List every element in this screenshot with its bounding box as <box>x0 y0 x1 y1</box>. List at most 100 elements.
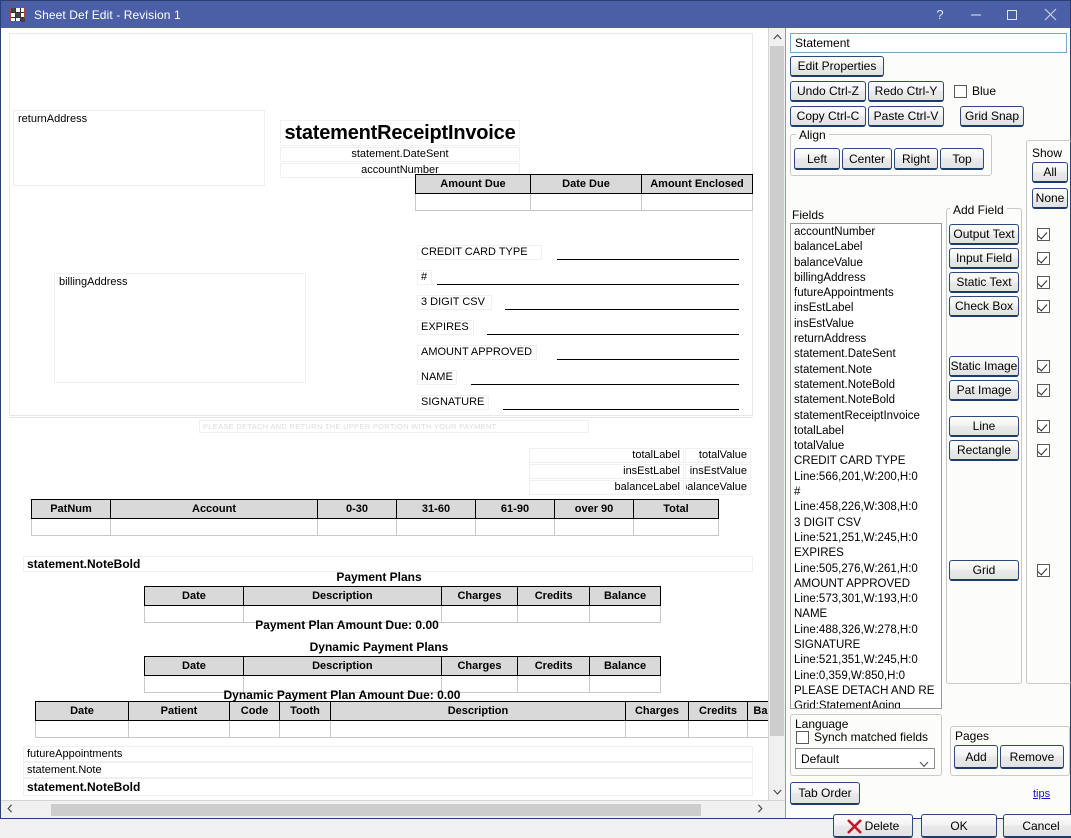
show-all-button[interactable]: All <box>1032 162 1068 183</box>
list-item[interactable]: # <box>794 485 941 500</box>
field-statement-NoteBold-bottom[interactable]: statement.NoteBold <box>23 778 753 796</box>
list-item[interactable]: SIGNATURE <box>794 638 941 653</box>
field-expires[interactable]: EXPIRES <box>417 320 474 335</box>
line-credit-card-type[interactable] <box>557 259 739 260</box>
list-item[interactable]: Line:0,359,W:850,H:0 <box>794 669 941 684</box>
field-returnAddress[interactable]: returnAddress <box>13 110 265 186</box>
delete-button[interactable]: Delete <box>833 814 913 838</box>
redo-button[interactable]: Redo Ctrl-Y <box>868 81 944 102</box>
horizontal-scroll-thumb[interactable] <box>51 804 701 816</box>
show-static-image-checkbox[interactable] <box>1037 360 1050 373</box>
paste-button[interactable]: Paste Ctrl-V <box>868 106 944 127</box>
show-output-text-checkbox[interactable] <box>1037 228 1050 241</box>
grid-statement-enclosed[interactable]: Amount Due Date Due Amount Enclosed <box>415 174 753 211</box>
list-item[interactable]: statement.NoteBold <box>794 378 941 393</box>
maximize-icon[interactable] <box>994 1 1030 28</box>
scroll-left-icon[interactable] <box>1 804 18 815</box>
dynamic-payment-plans-title[interactable]: Dynamic Payment Plans <box>279 640 479 654</box>
field-3-digit-csv[interactable]: 3 DIGIT CSV <box>417 295 492 310</box>
sheet-name-input[interactable]: Statement <box>790 33 1067 53</box>
list-item[interactable]: statementReceiptInvoice <box>794 409 941 424</box>
help-button[interactable]: ? <box>922 1 958 28</box>
line-3-digit-csv[interactable] <box>505 309 739 310</box>
show-check-box-checkbox[interactable] <box>1037 300 1050 313</box>
page-add-button[interactable]: Add <box>954 745 998 769</box>
grid-snap-button[interactable]: Grid Snap <box>960 106 1024 127</box>
edit-properties-button[interactable]: Edit Properties <box>790 56 884 77</box>
tips-link[interactable]: tips <box>1033 788 1050 800</box>
list-item[interactable]: Line:458,226,W:308,H:0 <box>794 500 941 515</box>
add-check-box-button[interactable]: Check Box <box>949 296 1019 317</box>
list-item[interactable]: totalValue <box>794 439 941 454</box>
align-left-button[interactable]: Left <box>794 148 840 170</box>
scroll-up-icon[interactable] <box>769 28 785 45</box>
show-line-checkbox[interactable] <box>1037 420 1050 433</box>
list-item[interactable]: Line:505,276,W:261,H:0 <box>794 562 941 577</box>
show-input-field-checkbox[interactable] <box>1037 252 1050 265</box>
show-pat-image-checkbox[interactable] <box>1037 384 1050 397</box>
list-item[interactable]: returnAddress <box>794 332 941 347</box>
line-card-number[interactable] <box>437 284 739 285</box>
field-name[interactable]: NAME <box>417 370 457 385</box>
list-item[interactable]: insEstValue <box>794 317 941 332</box>
list-item[interactable]: Line:521,251,W:245,H:0 <box>794 531 941 546</box>
list-item[interactable]: 3 DIGIT CSV <box>794 516 941 531</box>
add-input-field-button[interactable]: Input Field <box>949 248 1019 269</box>
field-balanceLabel[interactable]: balanceLabel <box>529 480 684 495</box>
list-item[interactable]: balanceLabel <box>794 240 941 255</box>
list-item[interactable]: EXPIRES <box>794 546 941 561</box>
field-billingAddress[interactable]: billingAddress <box>54 273 306 383</box>
list-item[interactable]: insEstLabel <box>794 301 941 316</box>
blue-checkbox[interactable] <box>954 85 967 98</box>
sheet-preview-pane[interactable]: returnAddress billingAddress statementRe… <box>1 28 786 818</box>
field-totalLabel[interactable]: totalLabel <box>529 448 684 463</box>
list-item[interactable]: accountNumber <box>794 225 941 240</box>
payment-plan-amount-due[interactable]: Payment Plan Amount Due: 0.00 <box>207 618 487 632</box>
line-name[interactable] <box>471 384 739 385</box>
field-statement-DateSent[interactable]: statement.DateSent <box>280 147 520 162</box>
list-item[interactable]: Line:521,351,W:245,H:0 <box>794 653 941 668</box>
add-grid-button[interactable]: Grid <box>949 560 1019 581</box>
close-icon[interactable] <box>1030 1 1070 28</box>
list-item[interactable]: statement.DateSent <box>794 347 941 362</box>
copy-button[interactable]: Copy Ctrl-C <box>790 106 866 127</box>
align-right-button[interactable]: Right <box>894 148 938 170</box>
minimize-icon[interactable] <box>958 1 994 28</box>
field-statementReceiptInvoice[interactable]: statementReceiptInvoice <box>280 120 520 146</box>
add-static-text-button[interactable]: Static Text <box>949 272 1019 293</box>
line-expires[interactable] <box>487 334 739 335</box>
language-select[interactable]: Default <box>795 748 935 769</box>
field-detach-notice[interactable]: PLEASE DETACH AND RETURN THE UPPER PORTI… <box>199 420 589 433</box>
dynamic-payment-plan-amount-due[interactable]: Dynamic Payment Plan Amount Due: 0.00 <box>147 688 537 702</box>
list-item[interactable]: Line:488,326,W:278,H:0 <box>794 623 941 638</box>
add-rectangle-button[interactable]: Rectangle <box>949 440 1019 461</box>
field-credit-card-type[interactable]: CREDIT CARD TYPE <box>417 245 542 260</box>
list-item[interactable]: Line:573,301,W:193,H:0 <box>794 592 941 607</box>
field-amount-approved[interactable]: AMOUNT APPROVED <box>417 345 537 360</box>
field-statement-Note[interactable]: statement.Note <box>23 762 753 778</box>
list-item[interactable]: PLEASE DETACH AND RE <box>794 684 941 699</box>
vertical-scrollbar[interactable] <box>768 28 785 818</box>
ok-button[interactable]: OK <box>921 814 997 838</box>
field-card-number[interactable]: # <box>417 270 432 285</box>
add-pat-image-button[interactable]: Pat Image <box>949 380 1019 401</box>
show-rectangle-checkbox[interactable] <box>1037 444 1050 457</box>
horizontal-scrollbar[interactable] <box>1 800 785 818</box>
list-item[interactable]: balanceValue <box>794 256 941 271</box>
vertical-scroll-thumb[interactable] <box>770 46 784 736</box>
sheet-canvas[interactable]: returnAddress billingAddress statementRe… <box>1 28 767 794</box>
add-output-text-button[interactable]: Output Text <box>949 224 1019 245</box>
list-item[interactable]: Line:566,201,W:200,H:0 <box>794 470 941 485</box>
field-balanceValue[interactable]: balanceValue <box>685 480 751 495</box>
cancel-button[interactable]: Cancel <box>1003 814 1071 838</box>
list-item[interactable]: Grid:StatementAging <box>794 699 941 709</box>
field-futureAppointments[interactable]: futureAppointments <box>23 746 753 762</box>
add-line-button[interactable]: Line <box>949 416 1019 437</box>
line-detach-separator[interactable] <box>9 417 753 418</box>
line-amount-approved[interactable] <box>557 359 739 360</box>
synch-matched-fields-checkbox[interactable] <box>796 731 809 744</box>
scroll-down-icon[interactable] <box>769 783 785 800</box>
field-signature[interactable]: SIGNATURE <box>417 395 489 410</box>
payment-plans-title[interactable]: Payment Plans <box>279 570 479 584</box>
list-item[interactable]: billingAddress <box>794 271 941 286</box>
